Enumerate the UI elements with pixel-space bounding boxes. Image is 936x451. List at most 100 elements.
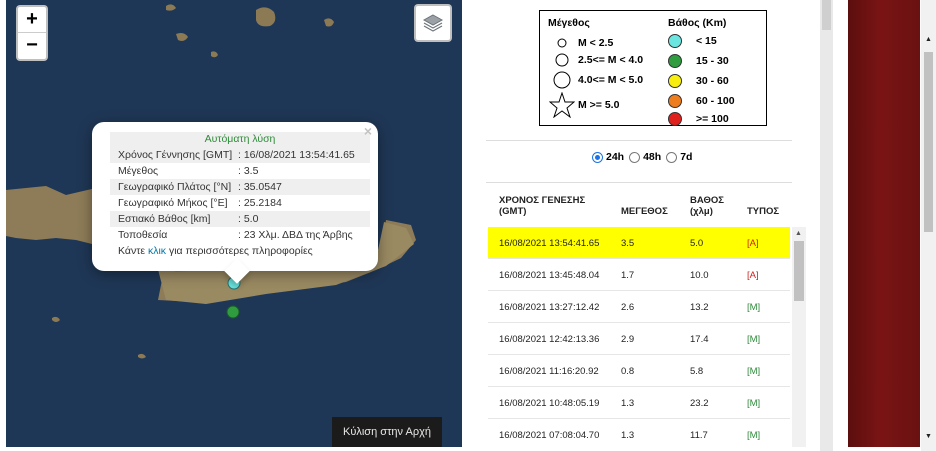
cell-magnitude: 1.3 (621, 398, 635, 409)
legend-depth-row: 15 - 30 (668, 53, 729, 69)
period-radio-24h[interactable] (592, 151, 603, 163)
cell-time: 16/08/2021 12:42:13.36 (499, 334, 600, 345)
scroll-down-arrow-icon[interactable]: ▼ (925, 433, 932, 440)
divider (486, 182, 792, 183)
depth-color-swatch (668, 74, 682, 88)
star-icon (549, 92, 575, 118)
popup-info-row: Τοποθεσία: 23 Χλμ. ΔΒΔ της Άρβης (110, 227, 370, 243)
popup-info-value: : 35.0547 (238, 181, 282, 193)
header-magnitude: ΜΕΓΕΘΟΣ (621, 206, 668, 217)
earthquake-panel: Μέγεθος Βάθος (Km) M < 2.5 2.5<= M < 4.0… (472, 0, 820, 447)
table-header: ΧΡΟΝΟΣ ΓΕΝΕΣΗΣ (GMT) ΜΕΓΕΘΟΣ ΒΑΘΟΣ (χλμ)… (488, 187, 790, 227)
legend-depth-label: 60 - 100 (696, 95, 735, 107)
popup-info-value: : 5.0 (238, 213, 259, 225)
small-circle-icon (557, 38, 567, 48)
side-banner (848, 0, 920, 447)
zoom-in-button[interactable]: + (18, 7, 46, 33)
table-row[interactable]: 16/08/2021 12:42:13.36 2.9 17.4 [M] (488, 323, 790, 355)
cell-type: [A] (747, 238, 759, 249)
header-type: ΤΥΠΟΣ (747, 206, 780, 217)
table-row[interactable]: 16/08/2021 10:48:05.19 1.3 23.2 [M] (488, 387, 790, 419)
legend-mag-label: M >= 5.0 (578, 99, 620, 111)
popup-info-row: Εστιακό Βάθος [km]: 5.0 (110, 211, 370, 227)
earthquake-popup: × Αυτόματη λύση Χρόνος Γέννησης [GMT]: 1… (92, 122, 378, 284)
panel-scrollbar[interactable] (820, 0, 833, 451)
popup-info-value: : 3.5 (238, 165, 259, 177)
zoom-control: + − (16, 5, 48, 61)
earthquake-table: 16/08/2021 13:54:41.65 3.5 5.0 [A] 16/08/202… (488, 227, 790, 447)
table-row[interactable]: 16/08/2021 11:16:20.92 0.8 5.8 [M] (488, 355, 790, 387)
cell-type: [M] (747, 366, 761, 377)
popup-info-key: Μέγεθος (118, 165, 159, 177)
popup-more-link[interactable]: κλικ (148, 245, 166, 257)
cell-type: [M] (747, 334, 761, 345)
period-label: 48h (643, 151, 662, 163)
popup-info-row: Χρόνος Γέννησης [GMT]: 16/08/2021 13:54:… (110, 147, 370, 163)
depth-color-swatch (668, 112, 682, 126)
header-time: ΧΡΟΝΟΣ ΓΕΝΕΣΗΣ (GMT) (499, 195, 585, 217)
cell-magnitude: 0.8 (621, 366, 635, 377)
scroll-up-arrow-icon[interactable]: ▲ (795, 230, 802, 237)
popup-info-row: Μέγεθος : 3.5 (110, 163, 370, 179)
cell-depth: 5.8 (690, 366, 704, 377)
cell-depth: 23.2 (690, 398, 709, 409)
header-depth: ΒΑΘΟΣ (χλμ) (690, 195, 724, 217)
period-label: 7d (680, 151, 693, 163)
header-time-line2: (GMT) (499, 206, 527, 217)
depth-color-swatch (668, 94, 682, 108)
period-radio-7d[interactable] (666, 151, 678, 163)
legend-depth-label: >= 100 (696, 113, 729, 125)
legend-depth-label: 15 - 30 (696, 55, 729, 67)
popup-more-info: Κάντε κλικ για περισσότερες πληροφορίες (110, 243, 370, 259)
legend-depth-row: 60 - 100 (668, 93, 735, 109)
cell-time: 16/08/2021 13:54:41.65 (499, 238, 600, 249)
legend-mag-row: 4.0<= M < 5.0 (548, 71, 644, 89)
popup-more-suffix: για περισσότερες πληροφορίες (166, 245, 313, 257)
page: + − × Αυτόματη λύση Χρόνος Γέννησης [GMT… (0, 0, 936, 451)
scroll-thumb[interactable] (924, 52, 933, 232)
cell-depth: 17.4 (690, 334, 709, 345)
scroll-to-top-button[interactable]: Κύλιση στην Αρχή (332, 417, 442, 447)
epicenter-marker (226, 305, 240, 319)
zoom-out-button[interactable]: − (18, 33, 46, 59)
cell-type: [M] (747, 398, 761, 409)
popup-more-prefix: Κάντε (118, 245, 148, 257)
legend-depth-title: Βάθος (Km) (668, 17, 727, 29)
table-row[interactable]: 16/08/2021 13:27:12.42 2.6 13.2 [M] (488, 291, 790, 323)
legend-mag-row: M >= 5.0 (548, 92, 620, 118)
popup-info-value: : 16/08/2021 13:54:41.65 (238, 149, 355, 161)
scroll-thumb[interactable] (822, 0, 831, 30)
header-depth-line1: ΒΑΘΟΣ (690, 195, 724, 206)
cell-magnitude: 2.6 (621, 302, 635, 313)
cell-depth: 11.7 (690, 430, 708, 441)
legend-mag-row: 2.5<= M < 4.0 (548, 52, 643, 68)
large-circle-icon (553, 71, 571, 89)
depth-color-swatch (668, 34, 682, 48)
table-row[interactable]: 16/08/2021 13:45:48.04 1.7 10.0 [A] (488, 259, 790, 291)
popup-info-key: Γεωγραφικό Μήκος [°E] (118, 197, 228, 209)
layers-button[interactable] (414, 4, 452, 42)
popup-info-key: Γεωγραφικό Πλάτος [°N] (118, 181, 232, 193)
popup-close-button[interactable]: × (364, 123, 372, 139)
period-selector: 24h 48h 7d (592, 151, 694, 163)
table-row[interactable]: 16/08/2021 07:08:04.70 1.3 11.7 [M] (488, 419, 790, 447)
legend-box: Μέγεθος Βάθος (Km) M < 2.5 2.5<= M < 4.0… (539, 10, 767, 126)
legend-mag-row: M < 2.5 (548, 35, 613, 51)
cell-depth: 5.0 (690, 238, 704, 249)
legend-mag-label: 4.0<= M < 5.0 (578, 74, 644, 86)
table-row[interactable]: 16/08/2021 13:54:41.65 3.5 5.0 [A] (488, 227, 790, 259)
legend-mag-label: M < 2.5 (578, 37, 614, 49)
earthquake-map[interactable]: + − × Αυτόματη λύση Χρόνος Γέννησης [GMT… (6, 0, 462, 447)
legend-depth-row: 30 - 60 (668, 73, 729, 89)
legend-depth-row: >= 100 (668, 111, 729, 127)
scroll-up-arrow-icon[interactable]: ▲ (925, 36, 932, 43)
cell-type: [M] (747, 430, 761, 441)
cell-time: 16/08/2021 11:16:20.92 (499, 366, 599, 377)
page-scrollbar[interactable]: ▲ ▼ (921, 0, 936, 451)
legend-depth-label: < 15 (696, 35, 717, 47)
scroll-thumb[interactable] (794, 241, 804, 301)
table-scrollbar[interactable]: ▲ (792, 227, 806, 447)
period-radio-48h[interactable] (629, 151, 641, 163)
divider (486, 140, 792, 141)
period-label: 24h (606, 151, 625, 163)
